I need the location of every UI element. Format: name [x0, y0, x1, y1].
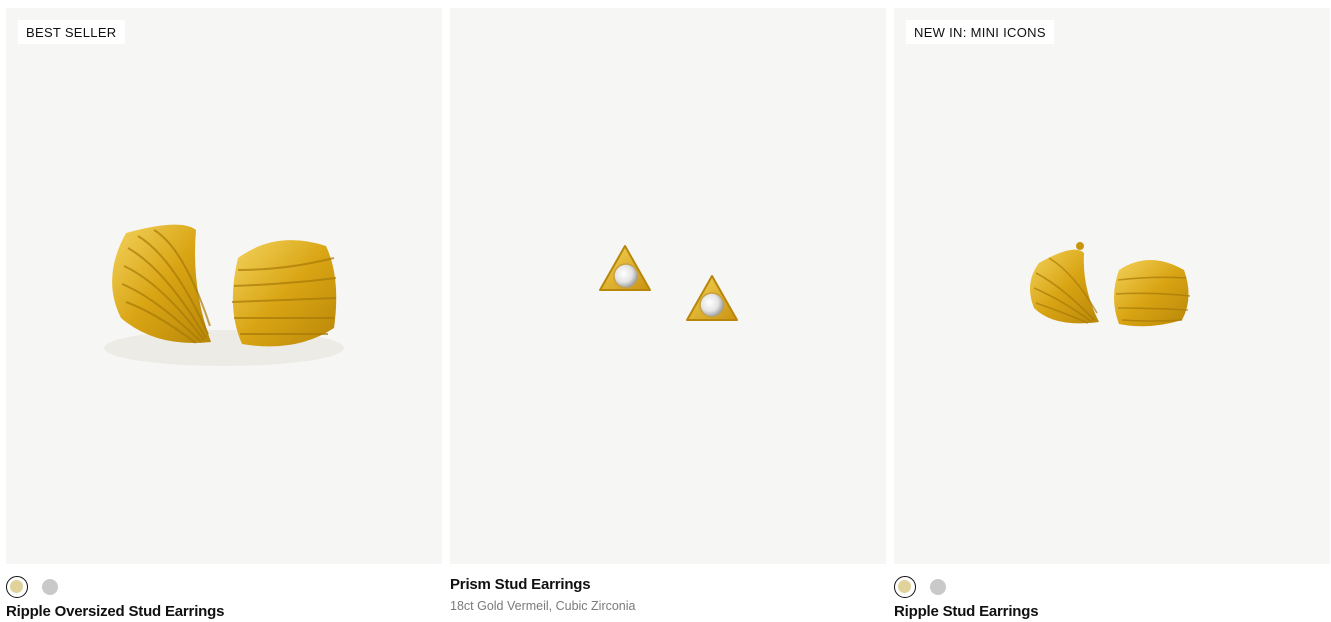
color-swatches	[6, 576, 442, 598]
product-image[interactable]: NEW IN: MINI ICONS	[894, 8, 1330, 564]
product-card-ripple-oversized[interactable]: BEST SELLER Ripple Oversized Stud Earrin…	[6, 8, 442, 620]
product-image[interactable]	[450, 8, 886, 564]
product-name[interactable]: Ripple Stud Earrings	[894, 603, 1330, 620]
badge-new-in: NEW IN: MINI ICONS	[906, 20, 1054, 44]
product-image[interactable]: BEST SELLER	[6, 8, 442, 564]
swatch-silver[interactable]	[42, 579, 58, 595]
ripple-oversized-earrings-image	[104, 224, 344, 366]
swatch-gold[interactable]	[6, 576, 28, 598]
prism-stud-earrings-image	[599, 245, 738, 321]
color-swatches	[894, 576, 1330, 598]
swatch-silver[interactable]	[930, 579, 946, 595]
product-material: 18ct Gold Vermeil, Cubic Zirconia	[450, 599, 636, 613]
product-name[interactable]: Ripple Oversized Stud Earrings	[6, 603, 442, 620]
badge-best-seller: BEST SELLER	[18, 20, 125, 44]
product-name[interactable]: Prism Stud Earrings	[450, 576, 886, 593]
product-card-ripple-stud[interactable]: NEW IN: MINI ICONS Ripple Stud Earrings	[894, 8, 1330, 620]
ripple-stud-earrings-image	[1030, 242, 1191, 327]
swatch-gold[interactable]	[894, 576, 916, 598]
product-card-prism-stud[interactable]: Prism Stud Earrings 18ct Gold Vermeil, C…	[450, 8, 886, 620]
product-grid: BEST SELLER Ripple Oversized Stud Earrin…	[6, 8, 1330, 620]
